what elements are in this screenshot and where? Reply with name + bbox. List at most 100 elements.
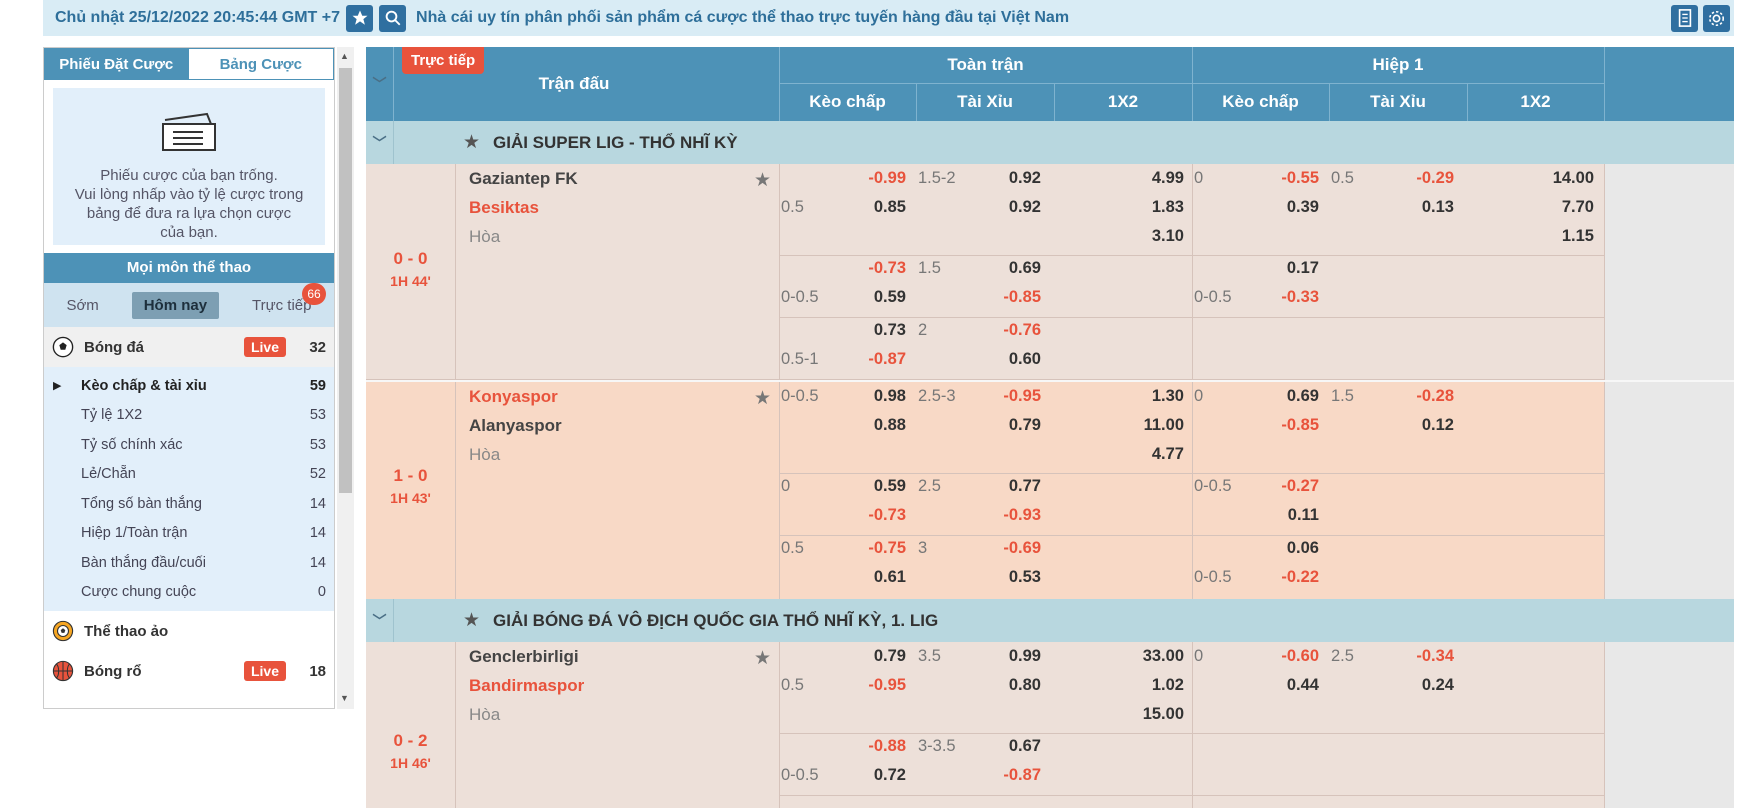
odds[interactable]: 0.99 — [981, 647, 1041, 666]
sub-item-correct-score[interactable]: Tỷ số chính xác 53 — [44, 430, 334, 460]
odds[interactable]: -0.29 — [1394, 169, 1454, 188]
live-badge[interactable]: Live — [243, 661, 286, 681]
favorite-star-icon[interactable]: ★ — [754, 169, 771, 192]
odds[interactable]: -0.73 — [846, 506, 906, 525]
star-icon[interactable]: ★ — [463, 131, 480, 154]
collapse-all-icon[interactable]: ﹀ — [366, 47, 394, 121]
scroll-up-icon[interactable]: ▲ — [340, 51, 349, 61]
odds[interactable]: 0.73 — [846, 321, 906, 340]
odds[interactable]: 4.99 — [1116, 169, 1184, 188]
sub-item-half-full[interactable]: Hiệp 1/Toàn trận 14 — [44, 519, 334, 549]
document-button[interactable] — [1671, 4, 1698, 32]
league-row[interactable]: ﹀ ★ GIẢI SUPER LIG - THỔ NHĨ KỲ — [366, 121, 1734, 164]
odds[interactable]: 1.15 — [1526, 227, 1594, 246]
odds[interactable]: -0.34 — [1394, 647, 1454, 666]
ticket-icon — [162, 112, 216, 151]
odds[interactable]: 0.13 — [1394, 198, 1454, 217]
odds[interactable]: -0.73 — [846, 259, 906, 278]
favorites-star-button[interactable] — [346, 4, 374, 32]
scroll-down-icon[interactable]: ▼ — [340, 693, 349, 703]
odds[interactable]: -0.55 — [1259, 169, 1319, 188]
odds[interactable]: 0.59 — [846, 477, 906, 496]
sport-basketball[interactable]: Bóng rổ Live 18 — [44, 651, 334, 691]
odds[interactable]: 0.77 — [981, 477, 1041, 496]
odds[interactable]: 0.39 — [1259, 198, 1319, 217]
odds[interactable]: 0.72 — [846, 766, 906, 785]
odds[interactable]: 1.30 — [1116, 387, 1184, 406]
sub-item-total-goals[interactable]: Tổng số bàn thắng 14 — [44, 489, 334, 519]
odds[interactable]: 0.79 — [846, 647, 906, 666]
odds[interactable]: 11.00 — [1116, 416, 1184, 435]
odds[interactable]: 0.12 — [1394, 416, 1454, 435]
odds[interactable]: -0.28 — [1394, 387, 1454, 406]
odds[interactable]: 0.61 — [846, 568, 906, 587]
odds[interactable]: 0.80 — [981, 676, 1041, 695]
odds[interactable]: 15.00 — [1116, 705, 1184, 724]
odds[interactable]: -0.27 — [1259, 477, 1319, 496]
odds[interactable]: -0.60 — [1259, 647, 1319, 666]
odds[interactable]: 0.67 — [981, 737, 1041, 756]
odds[interactable]: 3.10 — [1116, 227, 1184, 246]
favorite-star-icon[interactable]: ★ — [754, 647, 771, 670]
odds[interactable]: 14.00 — [1526, 169, 1594, 188]
odds[interactable]: -0.76 — [981, 321, 1041, 340]
odds[interactable]: -0.93 — [981, 506, 1041, 525]
odds[interactable]: 0.69 — [981, 259, 1041, 278]
odds[interactable]: -0.85 — [981, 288, 1041, 307]
odds[interactable]: 0.60 — [981, 350, 1041, 369]
odds[interactable]: -0.22 — [1259, 568, 1319, 587]
odds[interactable]: 0.17 — [1259, 259, 1319, 278]
odds[interactable]: -0.95 — [846, 676, 906, 695]
odds[interactable]: 0.11 — [1259, 506, 1319, 525]
odds[interactable]: -0.33 — [1259, 288, 1319, 307]
sub-item-handicap[interactable]: ▶ Kèo chấp & tài xỉu 59 — [44, 371, 334, 401]
search-button[interactable] — [379, 4, 407, 32]
odds[interactable]: 0.92 — [981, 169, 1041, 188]
sport-virtual[interactable]: Thể thao ảo — [44, 611, 334, 651]
live-badge[interactable]: Live — [243, 337, 286, 357]
star-icon[interactable]: ★ — [463, 609, 480, 632]
handicap-line: 0-0.5 — [1194, 288, 1232, 306]
odds[interactable]: 33.00 — [1116, 647, 1184, 666]
collapse-icon[interactable]: ﹀ — [366, 121, 394, 164]
sidebar-scrollbar[interactable]: ▲ ▼ — [337, 47, 354, 709]
sub-item-count: 0 — [317, 584, 326, 601]
odds[interactable]: 0.53 — [981, 568, 1041, 587]
odds[interactable]: -0.85 — [1259, 416, 1319, 435]
odds[interactable]: -0.87 — [981, 766, 1041, 785]
odds[interactable]: -0.95 — [981, 387, 1041, 406]
tab-bet-slip[interactable]: Phiếu Đặt Cược — [44, 48, 189, 80]
league-row[interactable]: ﹀ ★ GIẢI BÓNG ĐÁ VÔ ĐỊCH QUỐC GIA THỔ NH… — [366, 599, 1734, 642]
sport-football[interactable]: Bóng đá Live 32 — [44, 327, 334, 367]
odds[interactable]: 7.70 — [1526, 198, 1594, 217]
odds[interactable]: 0.79 — [981, 416, 1041, 435]
odds[interactable]: 0.92 — [981, 198, 1041, 217]
sub-item-odd-even[interactable]: Lẻ/Chẵn 52 — [44, 460, 334, 490]
odds[interactable]: 0.59 — [846, 288, 906, 307]
odds[interactable]: -0.69 — [981, 539, 1041, 558]
odds[interactable]: 4.77 — [1116, 445, 1184, 464]
sub-item-first-last-goal[interactable]: Bàn thắng đầu/cuối 14 — [44, 548, 334, 578]
odds[interactable]: -0.75 — [846, 539, 906, 558]
settings-button[interactable] — [1703, 4, 1730, 32]
odds[interactable]: -0.87 — [846, 350, 906, 369]
collapse-icon[interactable]: ﹀ — [366, 599, 394, 642]
odds[interactable]: 0.69 — [1259, 387, 1319, 406]
sub-item-outright[interactable]: Cược chung cuộc 0 — [44, 578, 334, 608]
odds[interactable]: 0.44 — [1259, 676, 1319, 695]
odds[interactable]: 1.02 — [1116, 676, 1184, 695]
tab-bet-list[interactable]: Bảng Cược — [188, 48, 334, 80]
scrollbar-thumb[interactable] — [339, 68, 352, 493]
odds[interactable]: -0.88 — [846, 737, 906, 756]
filter-early[interactable]: Sớm — [54, 292, 110, 319]
odds[interactable]: 0.98 — [846, 387, 906, 406]
sub-item-1x2[interactable]: Tỷ lệ 1X2 53 — [44, 401, 334, 431]
odds[interactable]: 1.83 — [1116, 198, 1184, 217]
odds[interactable]: 0.24 — [1394, 676, 1454, 695]
odds[interactable]: 0.06 — [1259, 539, 1319, 558]
odds[interactable]: 0.88 — [846, 416, 906, 435]
favorite-star-icon[interactable]: ★ — [754, 387, 771, 410]
filter-today[interactable]: Hôm nay — [131, 291, 220, 319]
odds[interactable]: 0.85 — [846, 198, 906, 217]
odds[interactable]: -0.99 — [846, 169, 906, 188]
